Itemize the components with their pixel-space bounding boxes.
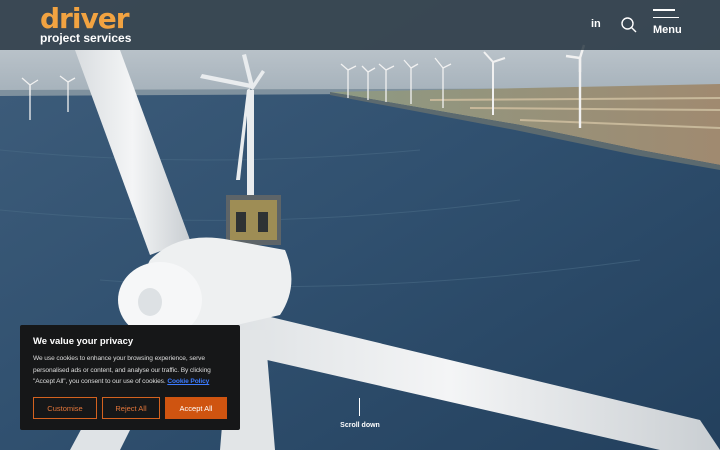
logo-tagline: project services bbox=[40, 31, 132, 45]
customise-button[interactable]: Customise bbox=[33, 397, 97, 419]
scroll-indicator-line bbox=[359, 398, 360, 416]
menu-label: Menu bbox=[653, 24, 682, 36]
scroll-down-link[interactable]: Scroll down bbox=[330, 422, 390, 429]
page: driver project services in Menu Scroll d… bbox=[0, 0, 720, 450]
accept-all-button[interactable]: Accept All bbox=[165, 397, 227, 419]
cookie-actions: Customise Reject All Accept All bbox=[33, 397, 227, 419]
logo[interactable]: driver project services bbox=[40, 2, 132, 45]
logo-wordmark: driver bbox=[40, 2, 130, 35]
cookie-policy-link[interactable]: Cookie Policy bbox=[167, 378, 209, 385]
hamburger-icon bbox=[653, 9, 683, 18]
cookie-title: We value your privacy bbox=[33, 336, 134, 347]
cookie-banner: We value your privacy We use cookies to … bbox=[20, 325, 240, 430]
search-icon[interactable] bbox=[620, 16, 638, 34]
reject-all-button[interactable]: Reject All bbox=[102, 397, 160, 419]
site-header: driver project services in Menu bbox=[0, 0, 720, 50]
menu-button[interactable]: Menu bbox=[653, 9, 683, 43]
linkedin-icon[interactable]: in bbox=[591, 18, 601, 30]
cookie-text: We use cookies to enhance your browsing … bbox=[33, 353, 227, 388]
